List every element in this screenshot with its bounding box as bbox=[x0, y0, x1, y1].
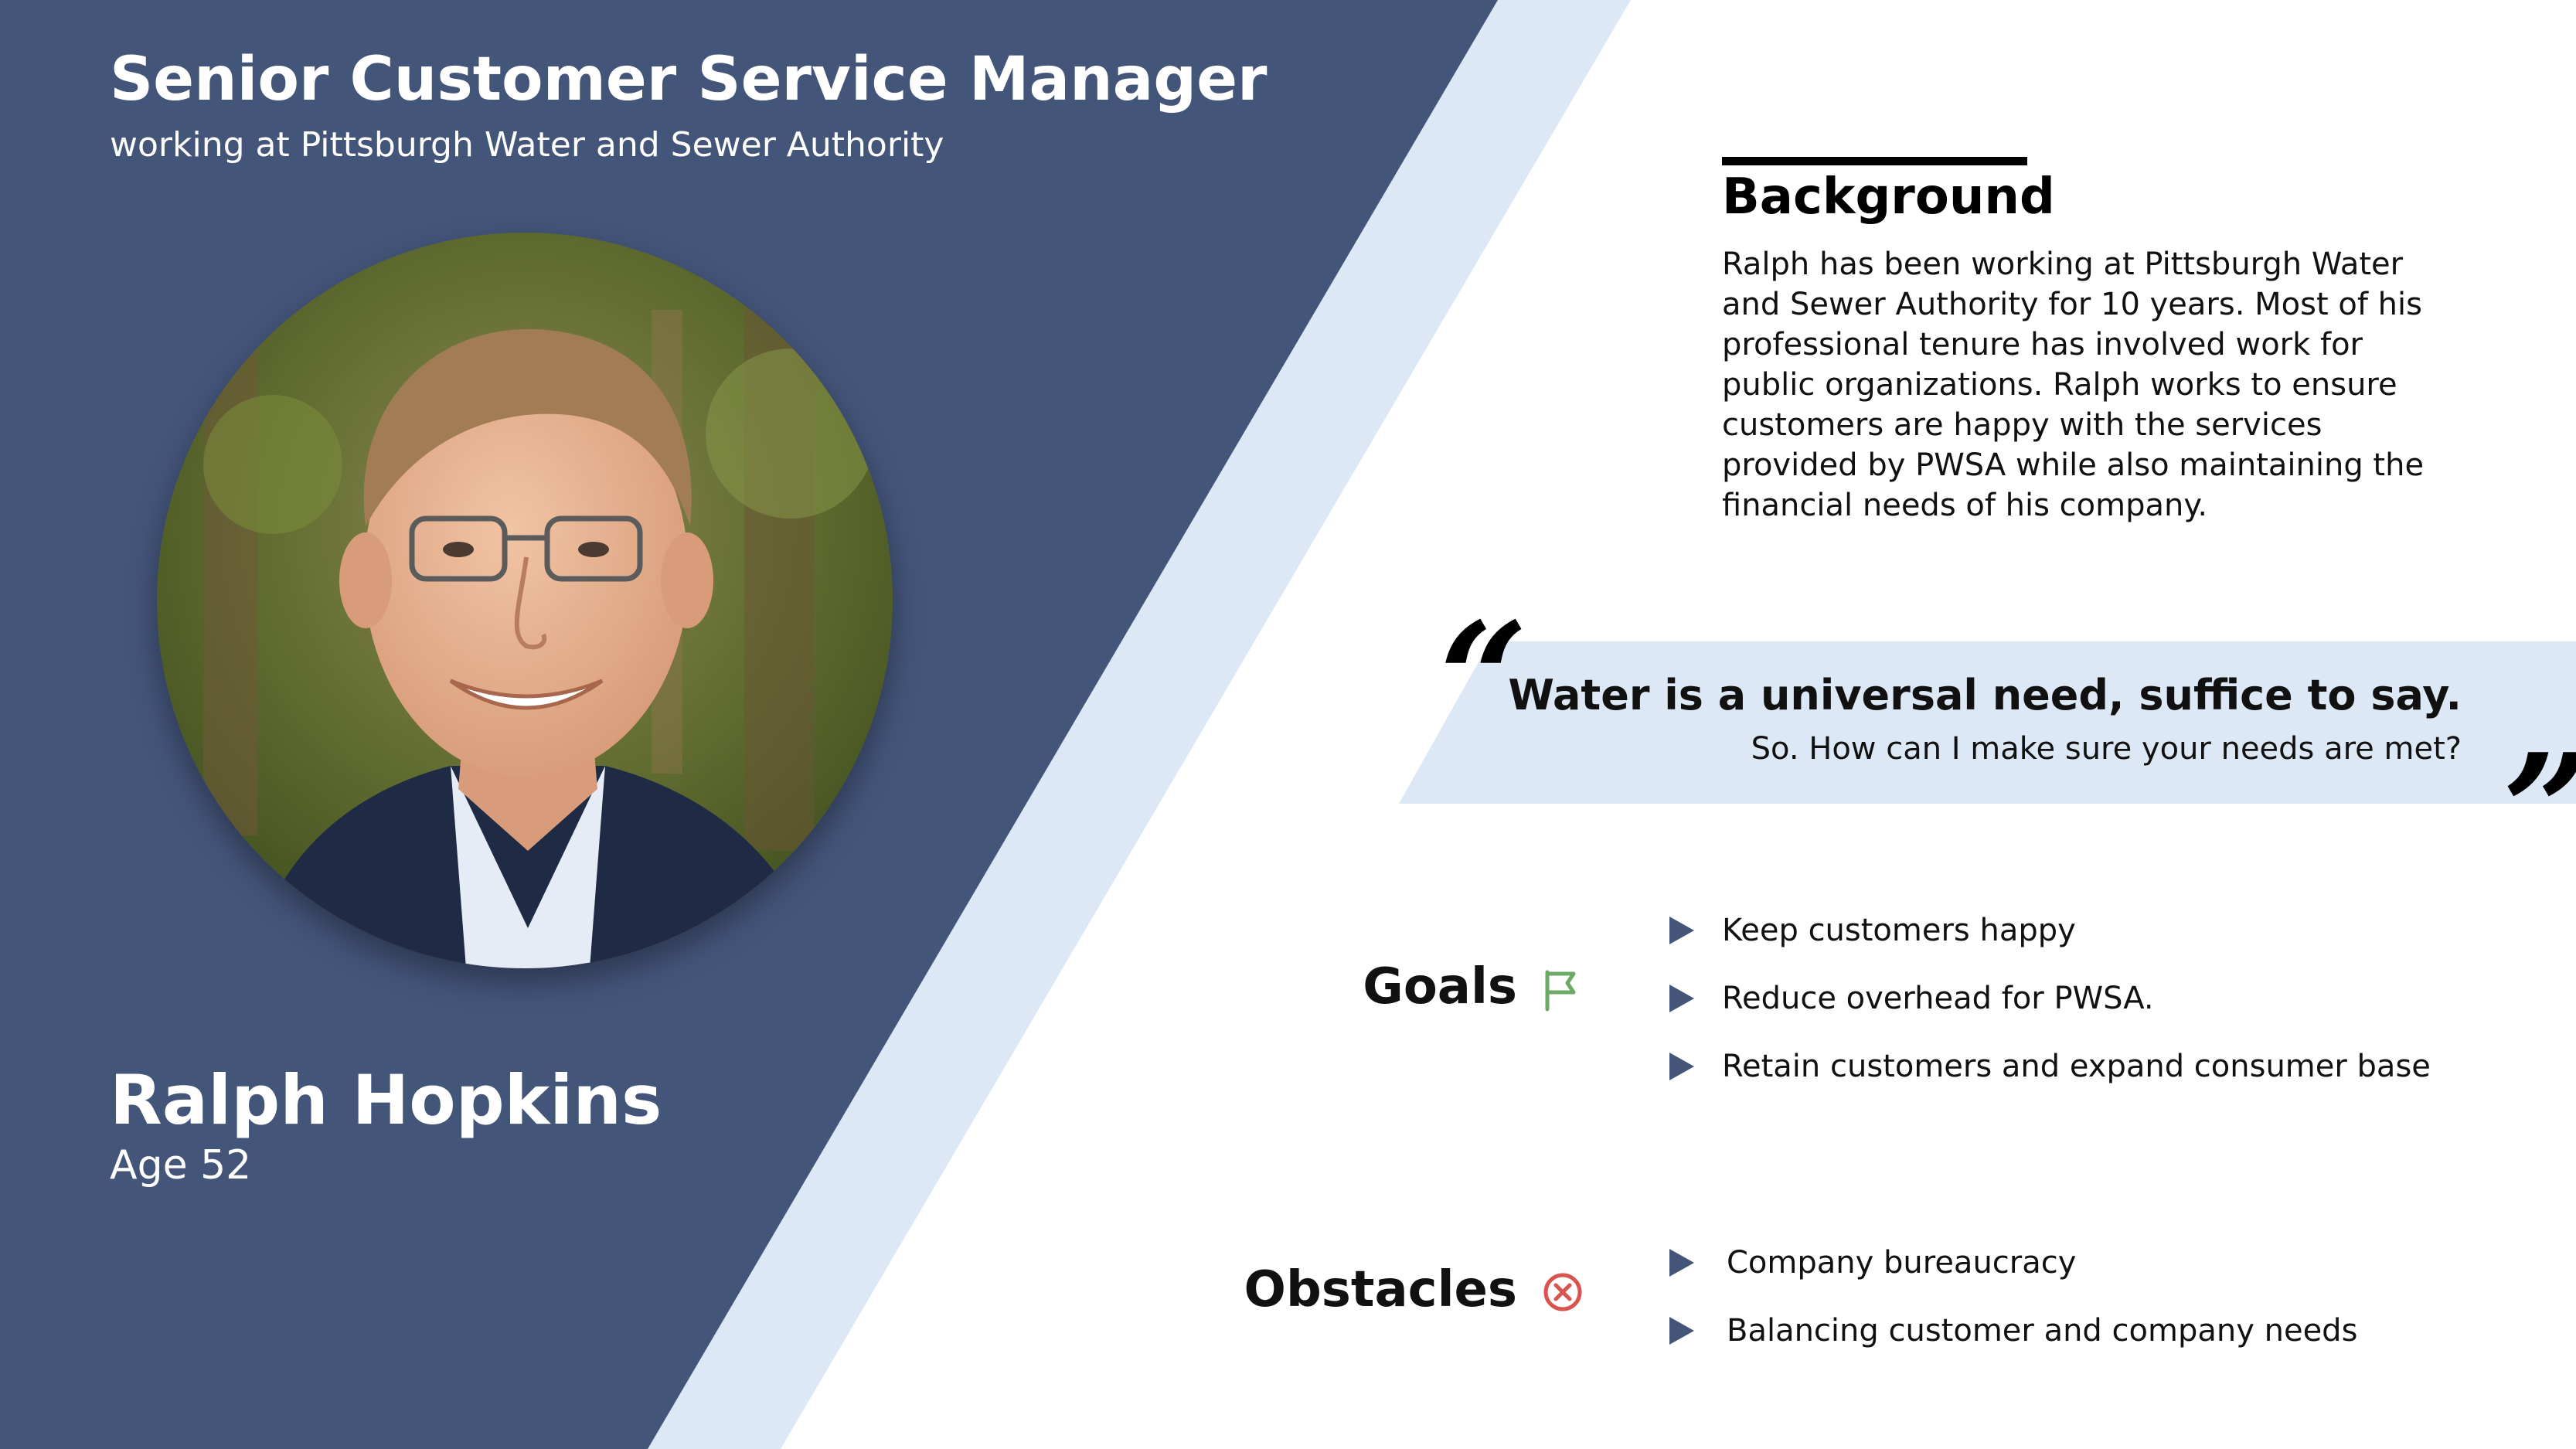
goal-item: Keep customers happy bbox=[1669, 896, 2431, 964]
close-quote-mark: ” bbox=[2503, 734, 2576, 889]
person-age: Age 52 bbox=[110, 1142, 252, 1189]
background-text: Ralph has been working at Pittsburgh Wat… bbox=[1722, 247, 2425, 523]
bullet-triangle-icon bbox=[1669, 1317, 1694, 1345]
background-heading-rule bbox=[1722, 157, 2027, 165]
quote-sub-text: So. How can I make sure your needs are m… bbox=[1751, 731, 2462, 767]
persona-slide: Senior Customer Service Manager working … bbox=[0, 0, 2576, 1449]
bullet-triangle-icon bbox=[1669, 1053, 1694, 1080]
portrait-illustration bbox=[157, 233, 893, 968]
obstacle-text: Company bureaucracy bbox=[1727, 1245, 2077, 1281]
goals-list: Keep customers happy Reduce overhead for… bbox=[1669, 896, 2431, 1100]
person-name: Ralph Hopkins bbox=[110, 1060, 662, 1140]
goal-text: Retain customers and expand consumer bas… bbox=[1722, 1049, 2431, 1084]
bullet-triangle-icon bbox=[1669, 1249, 1694, 1277]
obstacles-title: Obstacles bbox=[1244, 1261, 1517, 1318]
goal-item: Retain customers and expand consumer bas… bbox=[1669, 1032, 2431, 1100]
quote-band bbox=[1399, 641, 2576, 804]
obstacle-item: Balancing customer and company needs bbox=[1669, 1297, 2357, 1365]
obstacle-item: Company bureaucracy bbox=[1669, 1229, 2357, 1297]
goal-item: Reduce overhead for PWSA. bbox=[1669, 964, 2431, 1032]
bullet-triangle-icon bbox=[1669, 917, 1694, 944]
obstacle-text: Balancing customer and company needs bbox=[1727, 1313, 2358, 1349]
job-subtitle: working at Pittsburgh Water and Sewer Au… bbox=[110, 125, 944, 165]
profile-photo bbox=[157, 233, 893, 968]
quote-main-text: Water is a universal need, suffice to sa… bbox=[1508, 671, 2462, 719]
goals-title: Goals bbox=[1363, 958, 1517, 1015]
goal-text: Reduce overhead for PWSA. bbox=[1722, 981, 2154, 1016]
goal-text: Keep customers happy bbox=[1722, 913, 2076, 948]
x-circle-icon bbox=[1543, 1273, 1582, 1311]
job-title: Senior Customer Service Manager bbox=[110, 45, 1268, 114]
flag-icon bbox=[1545, 970, 1576, 1012]
background-heading: Background bbox=[1722, 168, 2055, 226]
bullet-triangle-icon bbox=[1669, 985, 1694, 1012]
obstacles-list: Company bureaucracy Balancing customer a… bbox=[1669, 1229, 2357, 1365]
